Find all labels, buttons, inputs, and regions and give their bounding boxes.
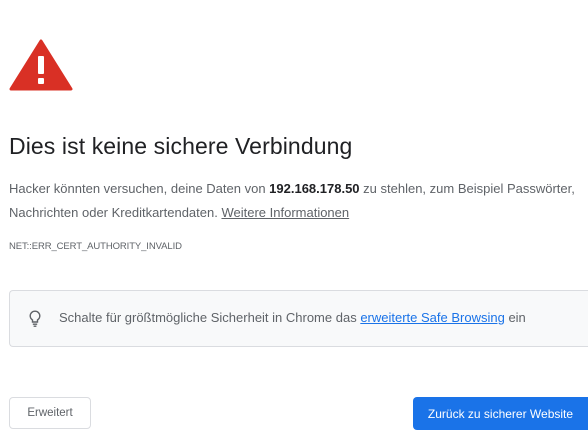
safe-browsing-box: Schalte für größtmögliche Sicherheit in … [9,290,588,347]
back-to-safety-button[interactable]: Zurück zu sicherer Website [413,397,588,430]
safe-text-before: Schalte für größtmögliche Sicherheit in … [59,310,361,325]
page-title: Dies ist keine sichere Verbindung [9,133,353,159]
interstitial-page: Dies ist keine sichere Verbindung Hacker… [0,0,588,430]
advanced-button[interactable]: Erweitert [9,397,91,429]
enhanced-safe-browsing-link[interactable]: erweiterte Safe Browsing [360,310,505,325]
lightbulb-icon [29,310,41,327]
safe-browsing-text: Schalte für größtmögliche Sicherheit in … [59,310,526,325]
safe-text-after: ein [504,310,526,325]
host-address: 192.168.178.50 [269,181,360,196]
message-text-before: Hacker könnten versuchen, deine Daten vo… [9,181,270,196]
warning-triangle-icon [9,39,73,91]
error-code: NET::ERR_CERT_AUTHORITY_INVALID [9,241,182,252]
warning-message: Hacker könnten versuchen, deine Daten vo… [9,177,579,225]
learn-more-link[interactable]: Weitere Informationen [221,205,349,220]
